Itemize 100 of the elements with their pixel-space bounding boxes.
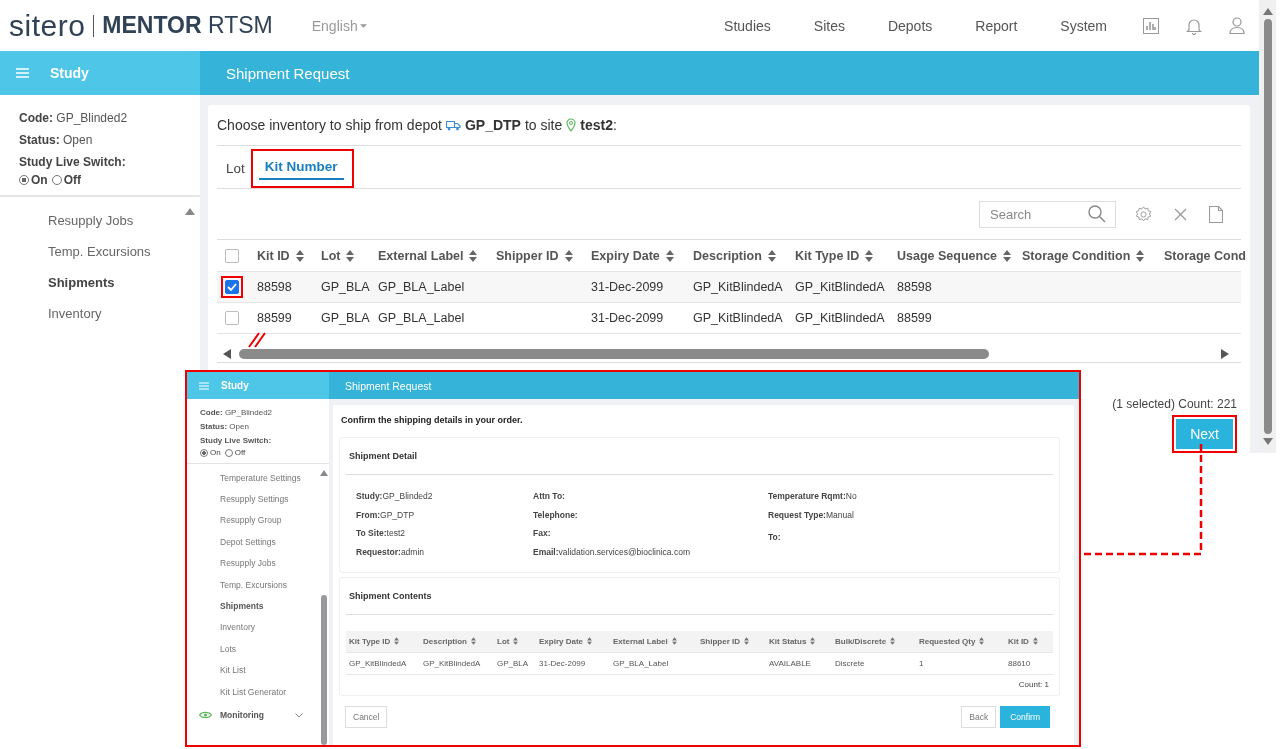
table-cell: 31-Dec-2099 [591, 280, 664, 294]
sort-icon[interactable] [394, 637, 400, 646]
column-header[interactable]: Lot [497, 636, 510, 646]
sort-icon[interactable] [513, 637, 519, 646]
sidebar-item[interactable]: Inventory [0, 298, 185, 329]
column-header[interactable]: Shipper ID [700, 636, 740, 646]
cut-mark-icon [247, 332, 267, 348]
table-cell: GP_KitBlindedA [693, 311, 783, 325]
scrollbar-thumb[interactable] [321, 595, 327, 745]
sidebar-item[interactable]: Resupply Group [187, 509, 319, 532]
column-header[interactable]: External Label [378, 248, 464, 263]
column-header[interactable]: Kit Type ID [795, 248, 860, 263]
sidebar-item[interactable]: Kit List [187, 659, 319, 681]
table-cell: GP_BLA [497, 658, 529, 668]
sidebar-item[interactable]: Temperature Settings [187, 467, 319, 489]
column-header[interactable]: Usage Sequence [897, 248, 998, 263]
sort-icon[interactable] [469, 249, 478, 262]
column-header[interactable]: Storage Cond [1164, 248, 1246, 263]
column-header[interactable]: Kit ID [1008, 636, 1029, 646]
scrollbar-thumb[interactable] [1263, 19, 1272, 434]
column-header[interactable]: Requested Qty [919, 636, 976, 646]
sort-icon[interactable] [665, 249, 674, 262]
sort-icon[interactable] [865, 249, 874, 262]
sort-icon[interactable] [1003, 249, 1012, 262]
sidebar-item[interactable]: Resupply Jobs [187, 552, 319, 574]
sort-icon[interactable] [295, 249, 304, 262]
selection-count: (1 selected) Count: 221 [1112, 397, 1237, 411]
column-header[interactable]: Description [693, 248, 762, 263]
column-header[interactable]: Kit ID [257, 248, 290, 263]
nav-link[interactable]: Depots [887, 17, 933, 34]
sidebar-item[interactable]: Shipments [0, 267, 185, 298]
sort-icon[interactable] [979, 637, 985, 646]
sidebar-item[interactable]: Lots [187, 638, 319, 660]
column-header[interactable]: Shipper ID [496, 248, 559, 263]
sidebar-item[interactable]: Resupply Jobs [0, 205, 185, 236]
column-header[interactable]: Expiry Date [591, 248, 660, 263]
sort-icon[interactable] [1032, 637, 1038, 646]
logo-text: sitero [9, 10, 86, 41]
table-cell: GP_KitBlindedA [795, 311, 885, 325]
sidebar-item[interactable]: Resupply Settings [187, 488, 319, 510]
sidebar-title: Study [221, 380, 249, 391]
nav-link[interactable]: Studies [724, 17, 771, 34]
sidebar-item[interactable]: Shipments [187, 595, 319, 617]
truck-icon [445, 119, 461, 131]
column-header[interactable]: Kit Type ID [349, 636, 391, 646]
row-count: Count: 1 [1018, 679, 1049, 689]
sort-icon[interactable] [890, 637, 896, 646]
column-header[interactable]: Bulk/Discrete [835, 636, 887, 646]
sort-icon[interactable] [471, 637, 476, 646]
sort-icon[interactable] [564, 249, 573, 262]
scroll-down-icon[interactable] [1262, 438, 1273, 445]
file-icon[interactable] [1209, 205, 1223, 223]
column-header[interactable]: Expiry Date [539, 636, 584, 646]
column-header[interactable]: Lot [321, 248, 341, 263]
sort-icon[interactable] [346, 249, 355, 262]
scroll-right-icon[interactable] [1221, 349, 1229, 359]
switch-label: Study Live Switch: [19, 154, 127, 171]
chevron-down-icon[interactable] [295, 712, 303, 718]
close-icon[interactable] [1174, 207, 1187, 221]
sort-icon[interactable] [744, 637, 749, 646]
back-button[interactable]: Back [961, 705, 997, 728]
bell-icon[interactable] [1186, 16, 1202, 35]
sidebar-item[interactable]: Inventory [187, 616, 319, 639]
settings-icon[interactable] [1135, 205, 1152, 223]
nav-link[interactable]: System [1060, 17, 1107, 34]
sort-icon[interactable] [1136, 249, 1145, 262]
sidebar-item[interactable]: Temp. Excursions [187, 573, 319, 596]
checkbox[interactable] [225, 248, 239, 263]
nav-link[interactable]: Sites [813, 17, 845, 34]
scroll-left-icon[interactable] [223, 349, 231, 359]
section-heading[interactable]: Monitoring [220, 710, 287, 721]
radio-option[interactable]: Off [224, 448, 246, 457]
radio-option[interactable]: On [200, 448, 221, 457]
scroll-up-icon[interactable] [320, 470, 328, 476]
user-icon[interactable] [1229, 17, 1245, 34]
cancel-button[interactable]: Cancel [345, 705, 388, 728]
search-field[interactable]: Search [979, 200, 1116, 228]
chart-icon[interactable] [1143, 17, 1159, 34]
radio-option[interactable]: On [19, 173, 48, 187]
instruction-text: to site [524, 117, 563, 133]
detail-field: Requestor:admin [356, 543, 533, 562]
tab[interactable]: Kit Number [258, 152, 344, 180]
nav-link[interactable]: Report [975, 17, 1018, 34]
radio-option[interactable]: Off [51, 173, 81, 187]
sidebar-item[interactable]: Temp. Excursions [0, 236, 185, 267]
scrollbar-thumb[interactable] [239, 349, 989, 359]
checkbox[interactable] [225, 311, 239, 325]
sort-icon[interactable] [587, 637, 593, 646]
column-header[interactable]: Storage Condition [1022, 248, 1131, 263]
column-header[interactable]: Description [423, 636, 467, 646]
column-header[interactable]: Kit Status [769, 636, 807, 646]
sidebar-item[interactable]: Depot Settings [187, 531, 319, 553]
scroll-up-icon[interactable] [1262, 8, 1273, 15]
sort-icon[interactable] [810, 637, 816, 646]
scroll-up-icon[interactable] [185, 208, 195, 215]
sort-icon[interactable] [767, 249, 776, 262]
sort-icon[interactable] [671, 637, 677, 646]
tab[interactable]: Lot [217, 154, 251, 182]
column-header[interactable]: External Label [613, 636, 668, 646]
sidebar-item[interactable]: Kit List Generator [187, 680, 319, 703]
